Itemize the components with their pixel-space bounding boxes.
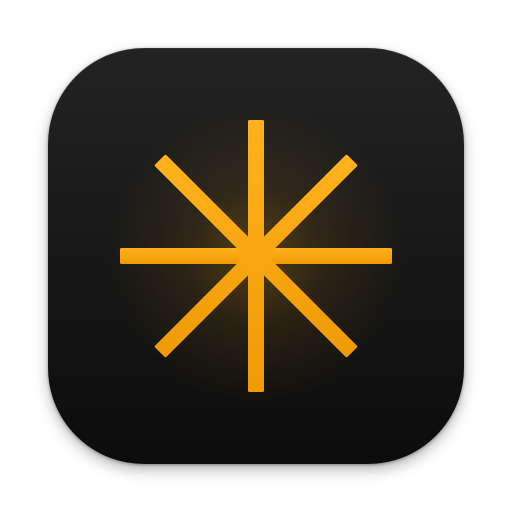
icon-canvas: [0, 0, 512, 512]
asterisk-rays: [120, 120, 392, 392]
asterisk-icon: [106, 106, 406, 406]
app-icon[interactable]: [48, 48, 464, 464]
